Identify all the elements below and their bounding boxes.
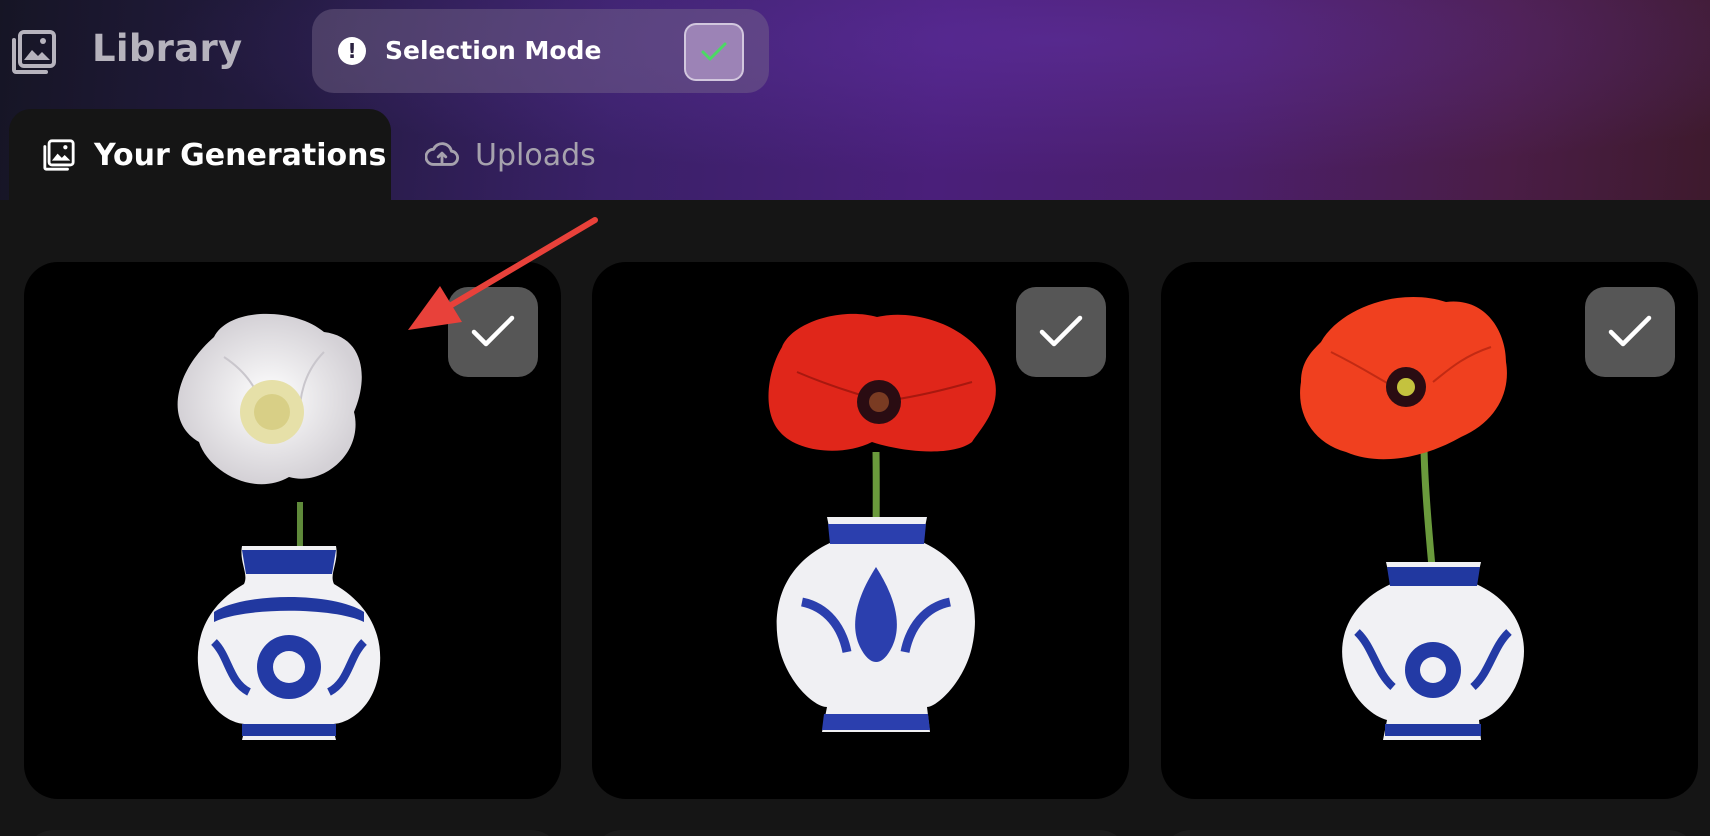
- select-checkbox[interactable]: [1016, 287, 1106, 377]
- tab-label: Uploads: [475, 137, 596, 173]
- select-checkbox[interactable]: [448, 287, 538, 377]
- tab-label: Your Generations: [94, 137, 387, 173]
- gallery-image-card[interactable]: [1161, 262, 1698, 799]
- check-icon: [1608, 315, 1652, 347]
- gallery-icon: [43, 139, 75, 171]
- selection-mode-checkbox[interactable]: [684, 23, 744, 81]
- gallery-image-card-partial[interactable]: [1161, 830, 1698, 836]
- selection-mode-label: Selection Mode: [385, 36, 602, 65]
- gallery-image-card[interactable]: [592, 262, 1129, 799]
- selection-mode-toggle[interactable]: ! Selection Mode: [312, 9, 769, 93]
- page-title: Library: [92, 27, 243, 70]
- check-icon: [471, 315, 515, 347]
- library-screen: Library ! Selection Mode Your Generation…: [0, 0, 1710, 836]
- gallery-image-card[interactable]: [24, 262, 561, 799]
- alert-icon: !: [338, 37, 366, 65]
- tab-uploads[interactable]: Uploads: [425, 109, 665, 201]
- gallery-image-card-partial[interactable]: [24, 830, 561, 836]
- check-icon: [1039, 315, 1083, 347]
- cloud-upload-icon: [425, 142, 459, 166]
- gallery-image-card-partial[interactable]: [592, 830, 1129, 836]
- select-checkbox[interactable]: [1585, 287, 1675, 377]
- tab-your-generations[interactable]: Your Generations: [9, 109, 391, 201]
- check-icon: [701, 42, 727, 61]
- gallery-icon: [12, 30, 56, 74]
